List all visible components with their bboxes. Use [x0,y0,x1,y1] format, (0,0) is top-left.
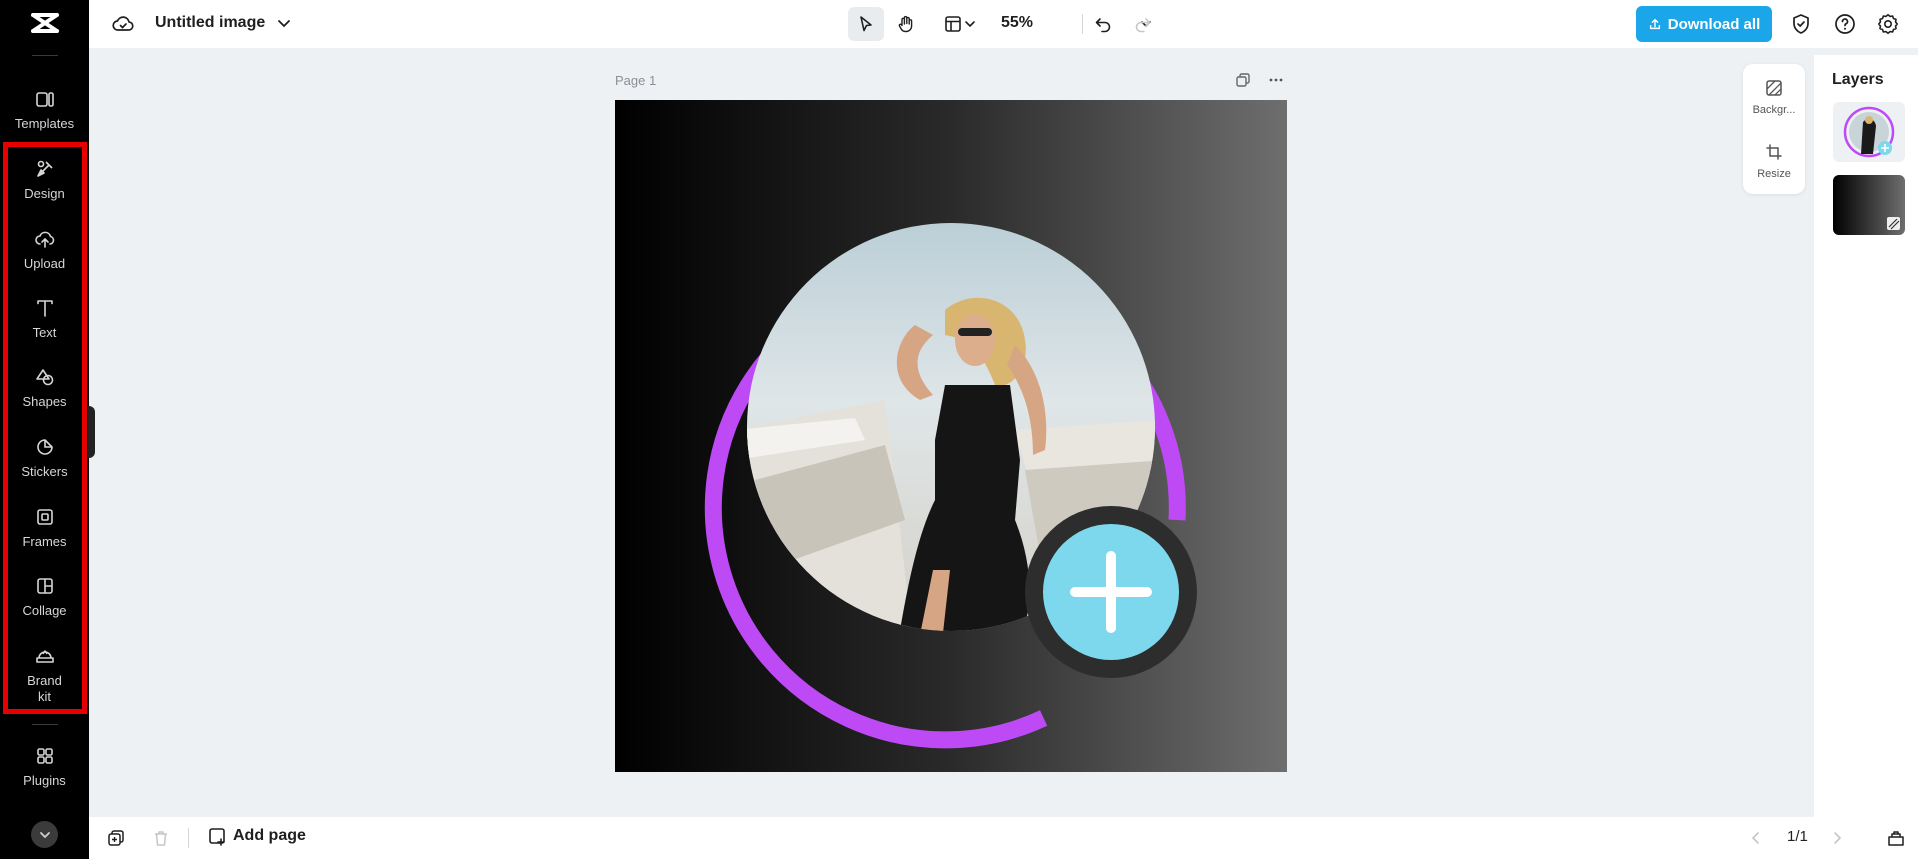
next-page-icon[interactable] [1827,828,1847,848]
sidebar-item-plugins[interactable]: Plugins [0,745,89,789]
sidebar-item-brand-kit[interactable]: Brand kit [0,645,89,705]
brand-kit-icon [35,649,54,663]
hand-tool-button[interactable] [889,7,923,41]
artwork [704,223,1197,749]
sidebar-item-upload[interactable]: Upload [0,228,89,272]
divider [188,828,189,848]
page-label: Page 1 [615,73,657,88]
capcut-logo-icon[interactable] [30,10,60,36]
stickers-icon [36,439,53,455]
chevron-down-icon[interactable] [275,14,293,32]
more-options-icon[interactable] [1266,70,1286,90]
upload-arrow-icon [1649,18,1660,30]
sidebar-item-design[interactable]: Design [0,158,89,202]
shield-check-icon[interactable] [1789,12,1813,36]
upload-icon [34,231,54,248]
divider [1082,14,1083,34]
download-all-button[interactable]: Download all [1636,6,1772,42]
shapes-icon [35,369,53,386]
divider [32,55,58,56]
plugins-icon [36,748,53,764]
document-title[interactable]: Untitled image [155,14,265,32]
layer-item-background[interactable] [1833,175,1905,235]
select-tool-button[interactable] [848,7,884,41]
sidebar-item-text[interactable]: Text [0,297,89,341]
duplicate-page-icon[interactable] [1233,70,1253,90]
sidebar-item-label: Text [32,325,57,340]
download-all-label: Download all [1667,15,1761,33]
duplicate-icon[interactable] [106,828,126,848]
templates-icon [35,92,54,107]
add-page-icon [209,828,225,846]
chevron-down-icon [965,21,975,28]
trash-icon[interactable] [151,828,171,848]
add-page-label: Add page [233,827,306,844]
layout-menu-button[interactable] [937,7,983,41]
redo-icon [1135,18,1151,33]
canvas-side-panel: Backgr... Resize [1743,64,1805,194]
previous-page-icon[interactable] [1746,828,1766,848]
text-icon [36,300,53,317]
sidebar-item-label: Templates [14,116,75,131]
design-icon [36,160,53,177]
layers-title: Layers [1832,71,1884,88]
pointer-icon [860,16,872,32]
background-label: Backgr... [1752,104,1796,116]
sidebar-item-frames[interactable]: Frames [0,506,89,550]
zoom-level[interactable]: 55% [1001,14,1033,32]
background-icon [1766,80,1782,96]
expand-sidebar-button[interactable] [31,821,58,848]
layer-thumbnail [1833,102,1905,162]
page-counter: 1/1 [1787,828,1808,845]
background-button[interactable]: Backgr... [1743,78,1805,116]
layers-panel: Layers [1814,55,1918,817]
bottom-toolbar: Add page 1/1 [89,817,1918,859]
sidebar-item-label: Design [24,186,65,201]
design-canvas[interactable] [615,100,1287,772]
frames-icon [36,509,53,525]
chevron-down-icon [39,831,50,838]
sidebar-item-label: Brand kit [27,673,62,704]
redo-button[interactable] [1128,7,1158,41]
sidebar-item-collage[interactable]: Collage [0,575,89,619]
layer-thumbnail [1887,217,1900,230]
pages-panel-icon[interactable] [1886,828,1906,848]
sidebar-item-label: Stickers [21,464,68,479]
undo-button[interactable] [1088,7,1118,41]
hand-icon [898,15,913,33]
panel-resize-handle[interactable] [88,406,95,458]
add-page-button[interactable]: Add page [207,826,306,846]
layout-icon [945,16,961,32]
cloud-sync-icon[interactable] [111,12,135,36]
sidebar-item-label: Shapes [22,394,67,409]
sidebar-item-templates[interactable]: Templates [0,88,89,132]
layer-item-photo[interactable] [1833,102,1905,162]
sidebar-item-shapes[interactable]: Shapes [0,366,89,410]
sidebar-item-stickers[interactable]: Stickers [0,436,89,480]
resize-button[interactable]: Resize [1743,142,1805,180]
sidebar-item-label: Plugins [23,773,66,788]
left-sidebar: Templates Design Upload Text Shapes Stic… [0,0,89,859]
collage-icon [36,578,53,594]
gear-icon[interactable] [1876,12,1900,36]
resize-icon [1766,144,1782,160]
sidebar-item-label: Upload [23,256,66,271]
sidebar-item-label: Frames [22,534,67,549]
undo-icon [1095,18,1111,33]
sidebar-item-label: Collage [22,603,67,618]
top-toolbar: Untitled image 55% Download all [89,0,1918,48]
resize-label: Resize [1757,168,1791,180]
divider [32,724,58,725]
help-icon[interactable] [1833,12,1857,36]
